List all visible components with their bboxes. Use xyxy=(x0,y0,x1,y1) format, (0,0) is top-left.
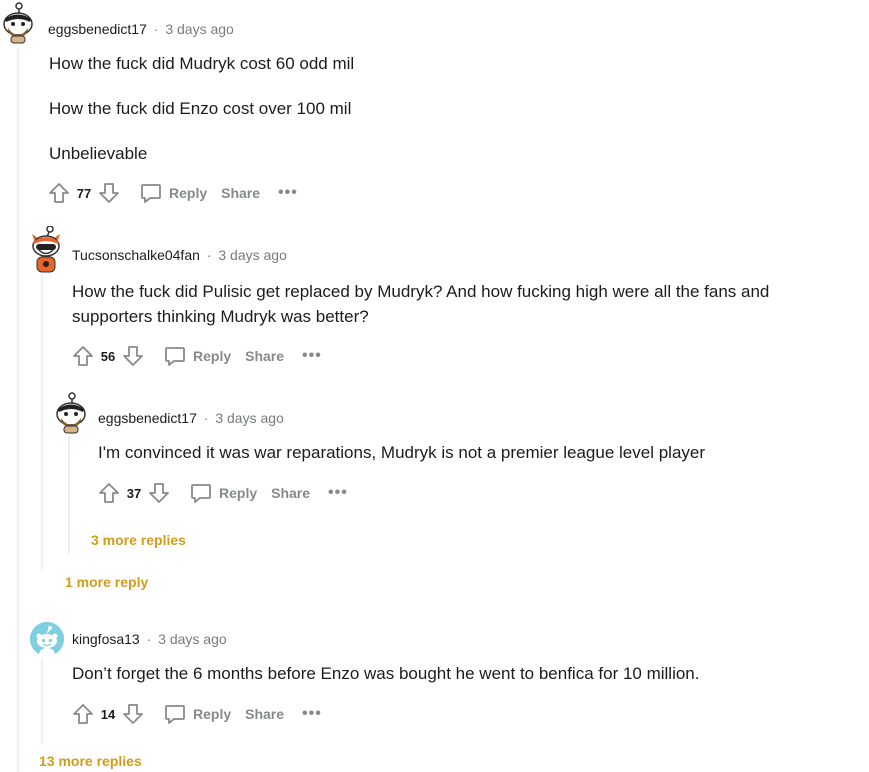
meta-separator: · xyxy=(146,631,152,647)
vote-score: 77 xyxy=(76,185,92,201)
upvote-icon[interactable] xyxy=(47,181,71,205)
username-link[interactable]: kingfosa13 xyxy=(72,631,140,647)
thread-line-level3[interactable] xyxy=(68,436,70,554)
avatar[interactable] xyxy=(30,622,64,656)
default-snoo-avatar-icon xyxy=(30,622,64,656)
comment-meta: Tucsonschalke04fan · 3 days ago xyxy=(72,247,287,263)
meta-separator: · xyxy=(203,410,209,426)
downvote-icon[interactable] xyxy=(97,181,121,205)
timestamp-link[interactable]: 3 days ago xyxy=(218,247,287,263)
comment-actions: 14 Reply Share ••• xyxy=(71,701,322,727)
reply-label: Reply xyxy=(193,348,232,364)
username-link[interactable]: eggsbenedict17 xyxy=(98,410,197,426)
comment-body-line: How the fuck did Mudryk cost 60 odd mil xyxy=(49,54,355,73)
comment-body-line: I'm convinced it was war reparations, Mu… xyxy=(98,443,706,462)
reply-button[interactable]: Reply xyxy=(189,481,257,505)
downvote-icon[interactable] xyxy=(121,344,145,368)
reply-button[interactable]: Reply xyxy=(139,181,207,205)
reply-label: Reply xyxy=(193,706,232,722)
reply-button[interactable]: Reply xyxy=(163,702,231,726)
share-button[interactable]: Share xyxy=(271,485,310,501)
more-options-icon[interactable]: ••• xyxy=(328,484,348,502)
comment-meta: eggsbenedict17 · 3 days ago xyxy=(98,410,284,426)
username-link[interactable]: eggsbenedict17 xyxy=(48,21,147,37)
thread-line-level2[interactable] xyxy=(41,274,43,570)
share-button[interactable]: Share xyxy=(245,348,284,364)
thread-line-kingfosa[interactable] xyxy=(41,658,43,744)
upvote-icon[interactable] xyxy=(97,481,121,505)
comment-body-line: How the fuck did Pulisic get replaced by… xyxy=(72,282,770,326)
speech-bubble-icon xyxy=(165,347,185,366)
vote-score: 56 xyxy=(100,348,116,364)
meta-separator: · xyxy=(206,247,212,263)
avatar[interactable] xyxy=(28,225,64,274)
comment-body-line: Don’t forget the 6 months before Enzo wa… xyxy=(72,664,700,683)
snoo-avatar-icon xyxy=(56,392,86,434)
upvote-icon[interactable] xyxy=(71,344,95,368)
share-button[interactable]: Share xyxy=(245,706,284,722)
comment-meta: eggsbenedict17 · 3 days ago xyxy=(48,21,234,37)
downvote-icon[interactable] xyxy=(121,702,145,726)
reply-label: Reply xyxy=(219,485,258,501)
more-options-icon[interactable]: ••• xyxy=(302,347,322,365)
timestamp-link[interactable]: 3 days ago xyxy=(158,631,227,647)
thread-line-root[interactable] xyxy=(17,48,19,772)
more-options-icon[interactable]: ••• xyxy=(278,184,298,202)
comment-body-line: Unbelievable xyxy=(49,144,148,163)
vote-score: 37 xyxy=(126,485,142,501)
username-link[interactable]: Tucsonschalke04fan xyxy=(72,247,200,263)
reply-button[interactable]: Reply xyxy=(163,344,231,368)
snoo-avatar-icon xyxy=(32,225,60,273)
comment-actions: 77 Reply Share ••• xyxy=(47,180,298,206)
upvote-icon[interactable] xyxy=(71,702,95,726)
more-options-icon[interactable]: ••• xyxy=(302,705,322,723)
meta-separator: · xyxy=(153,21,159,37)
timestamp-link[interactable]: 3 days ago xyxy=(165,21,234,37)
comment-actions: 56 Reply Share ••• xyxy=(71,343,322,369)
downvote-icon[interactable] xyxy=(147,481,171,505)
comment-actions: 37 Reply Share ••• xyxy=(97,480,348,506)
comment-body-line: How the fuck did Enzo cost over 100 mil xyxy=(49,99,352,118)
avatar[interactable] xyxy=(0,2,36,44)
speech-bubble-icon xyxy=(191,484,211,503)
speech-bubble-icon xyxy=(141,184,161,203)
avatar[interactable] xyxy=(53,389,89,437)
more-replies-link[interactable]: 3 more replies xyxy=(91,532,186,548)
speech-bubble-icon xyxy=(165,705,185,724)
comment-meta: kingfosa13 · 3 days ago xyxy=(72,631,227,647)
timestamp-link[interactable]: 3 days ago xyxy=(215,410,284,426)
reply-label: Reply xyxy=(169,185,208,201)
share-button[interactable]: Share xyxy=(221,185,260,201)
vote-score: 14 xyxy=(100,706,116,722)
more-replies-link[interactable]: 1 more reply xyxy=(65,574,148,590)
snoo-avatar-icon xyxy=(3,2,33,44)
more-replies-link[interactable]: 13 more replies xyxy=(39,753,142,769)
